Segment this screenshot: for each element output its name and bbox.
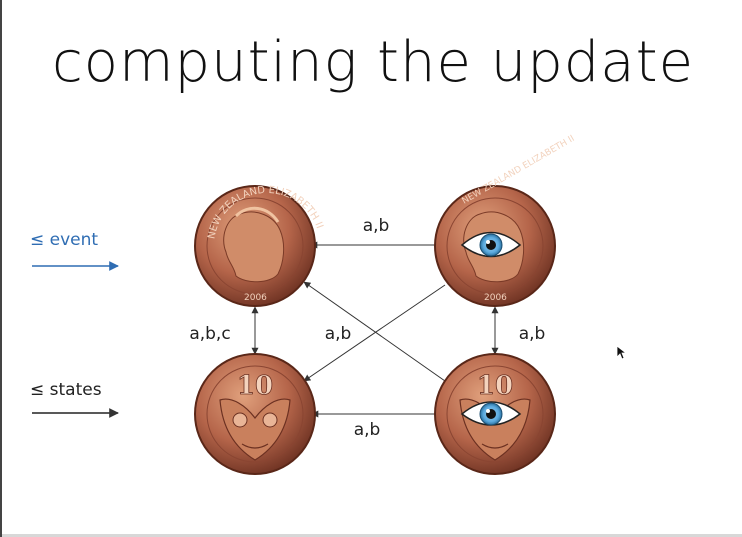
state-diagram: a,b a,b,c a,b a,b a,b NEW ZEALAND ELIZAB… [32,134,576,475]
coin-queen: NEW ZEALAND ELIZABETH II 2006 [194,185,325,307]
coin-ten: 10 [194,353,316,475]
coin-queen-year: 2006 [244,293,267,303]
edge-label-cross: a,b [325,324,352,344]
coin-queen-eye: NEW ZEALAND ELIZABETH II 2006 [434,134,576,307]
edge-label-top: a,b [363,216,390,236]
coin-ten-value: 10 [237,371,273,401]
edge-label-bottom: a,b [354,420,381,440]
mouse-cursor-icon [616,345,628,360]
slide: computing the update ≤ event ≤ states a,… [0,0,742,537]
edge-label-right: a,b [519,324,546,344]
coin-ten-eye: 10 [434,353,556,475]
coin-queen-eye-year: 2006 [484,293,507,303]
edge-label-left: a,b,c [189,324,230,344]
coin-ten-eye-value: 10 [477,371,513,401]
